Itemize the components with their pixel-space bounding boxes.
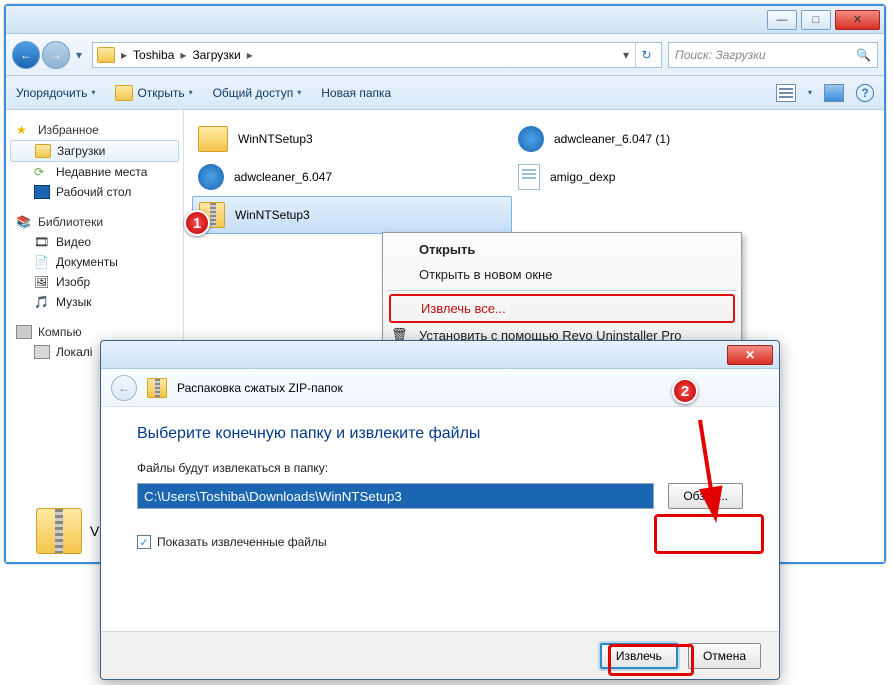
help-button[interactable]: ? xyxy=(856,84,874,102)
document-icon: 📄 xyxy=(34,255,50,269)
search-icon: 🔍 xyxy=(856,48,871,62)
file-item[interactable]: WinNTSetup3 xyxy=(192,120,512,158)
tree-video[interactable]: 🎞Видео xyxy=(6,232,183,252)
desktop-icon xyxy=(34,185,50,199)
annotation-highlight-extract xyxy=(608,644,694,676)
maximize-button[interactable]: □ xyxy=(801,10,831,30)
file-item[interactable]: adwcleaner_6.047 xyxy=(192,158,512,196)
minimize-button[interactable]: — xyxy=(767,10,797,30)
folder-icon xyxy=(198,126,228,152)
chevron-right-icon: ▸ xyxy=(121,48,127,62)
open-button[interactable]: Открыть▾ xyxy=(115,85,192,101)
dialog-close-button[interactable]: ✕ xyxy=(727,345,773,365)
breadcrumb-segment[interactable]: Загрузки xyxy=(192,48,240,62)
recent-icon: ⟳ xyxy=(34,165,50,179)
app-icon xyxy=(518,126,544,152)
star-icon: ★ xyxy=(16,123,32,137)
dialog-titlebar: ✕ xyxy=(101,341,779,369)
ctx-extract-all[interactable]: Извлечь все... xyxy=(389,294,735,323)
separator xyxy=(387,290,737,291)
details-pane-thumb: V xyxy=(36,508,99,554)
library-icon: 📚 xyxy=(16,215,32,229)
tree-computer[interactable]: Компью xyxy=(6,322,183,342)
chevron-down-icon[interactable]: ▾ xyxy=(808,88,812,97)
zip-icon xyxy=(147,378,167,398)
ctx-open-new-window[interactable]: Открыть в новом окне xyxy=(383,262,741,287)
folder-open-icon xyxy=(115,85,133,101)
details-pane-filename: V xyxy=(90,523,99,539)
folder-icon xyxy=(97,47,115,63)
chevron-right-icon: ▸ xyxy=(180,48,186,62)
video-icon: 🎞 xyxy=(34,235,50,249)
close-button[interactable]: ✕ xyxy=(835,10,880,30)
organize-button[interactable]: Упорядочить▾ xyxy=(16,86,95,100)
nav-forward-button[interactable]: → xyxy=(42,41,70,69)
show-files-label: Показать извлеченные файлы xyxy=(157,535,327,549)
explorer-toolbar: Упорядочить▾ Открыть▾ Общий доступ▾ Нова… xyxy=(6,76,884,110)
explorer-titlebar: — □ ✕ xyxy=(6,6,884,34)
share-button[interactable]: Общий доступ▾ xyxy=(213,86,302,100)
image-icon: 🖼 xyxy=(34,275,50,289)
nav-row: ← → ▾ ▸ Toshiba ▸ Загрузки ▸ ▾ ↻ Поиск: … xyxy=(6,34,884,76)
search-input[interactable]: Поиск: Загрузки 🔍 xyxy=(668,42,878,68)
music-icon: 🎵 xyxy=(34,295,50,309)
ctx-open[interactable]: Открыть xyxy=(383,237,741,262)
dialog-back-button[interactable]: ← xyxy=(111,375,137,401)
tree-favorites[interactable]: ★Избранное xyxy=(6,120,183,140)
search-placeholder: Поиск: Загрузки xyxy=(675,48,850,62)
annotation-marker-2: 2 xyxy=(672,378,698,404)
show-files-checkbox[interactable]: ✓ xyxy=(137,535,151,549)
tree-downloads[interactable]: Загрузки xyxy=(10,140,179,162)
app-icon xyxy=(198,164,224,190)
preview-pane-button[interactable] xyxy=(824,84,844,102)
nav-history-dropdown[interactable]: ▾ xyxy=(72,41,86,69)
zip-icon xyxy=(36,508,82,554)
address-bar[interactable]: ▸ Toshiba ▸ Загрузки ▸ ▾ ↻ xyxy=(92,42,662,68)
tree-desktop[interactable]: Рабочий стол xyxy=(6,182,183,202)
extract-path-input[interactable] xyxy=(137,483,654,509)
tree-images[interactable]: 🖼Изобр xyxy=(6,272,183,292)
annotation-highlight-browse xyxy=(654,514,764,554)
file-item-selected[interactable]: WinNTSetup3 xyxy=(192,196,512,234)
tree-libraries[interactable]: 📚Библиотеки xyxy=(6,212,183,232)
file-item[interactable]: amigo_dexp xyxy=(512,158,802,196)
nav-back-button[interactable]: ← xyxy=(12,41,40,69)
cancel-button[interactable]: Отмена xyxy=(688,643,761,669)
chevron-right-icon: ▸ xyxy=(247,48,253,62)
computer-icon xyxy=(16,325,32,339)
chevron-down-icon[interactable]: ▾ xyxy=(623,48,629,62)
folder-icon xyxy=(35,144,51,158)
refresh-button[interactable]: ↻ xyxy=(635,43,657,67)
tree-documents[interactable]: 📄Документы xyxy=(6,252,183,272)
dialog-header-text: Распаковка сжатых ZIP-папок xyxy=(177,381,343,395)
tree-recent[interactable]: ⟳Недавние места xyxy=(6,162,183,182)
view-mode-button[interactable] xyxy=(776,84,796,102)
breadcrumb-segment[interactable]: Toshiba xyxy=(133,48,174,62)
new-folder-button[interactable]: Новая папка xyxy=(321,86,391,100)
disk-icon xyxy=(34,345,50,359)
tree-music[interactable]: 🎵Музык xyxy=(6,292,183,312)
text-file-icon xyxy=(518,164,540,190)
file-item[interactable]: adwcleaner_6.047 (1) xyxy=(512,120,802,158)
annotation-marker-1: 1 xyxy=(184,210,210,236)
